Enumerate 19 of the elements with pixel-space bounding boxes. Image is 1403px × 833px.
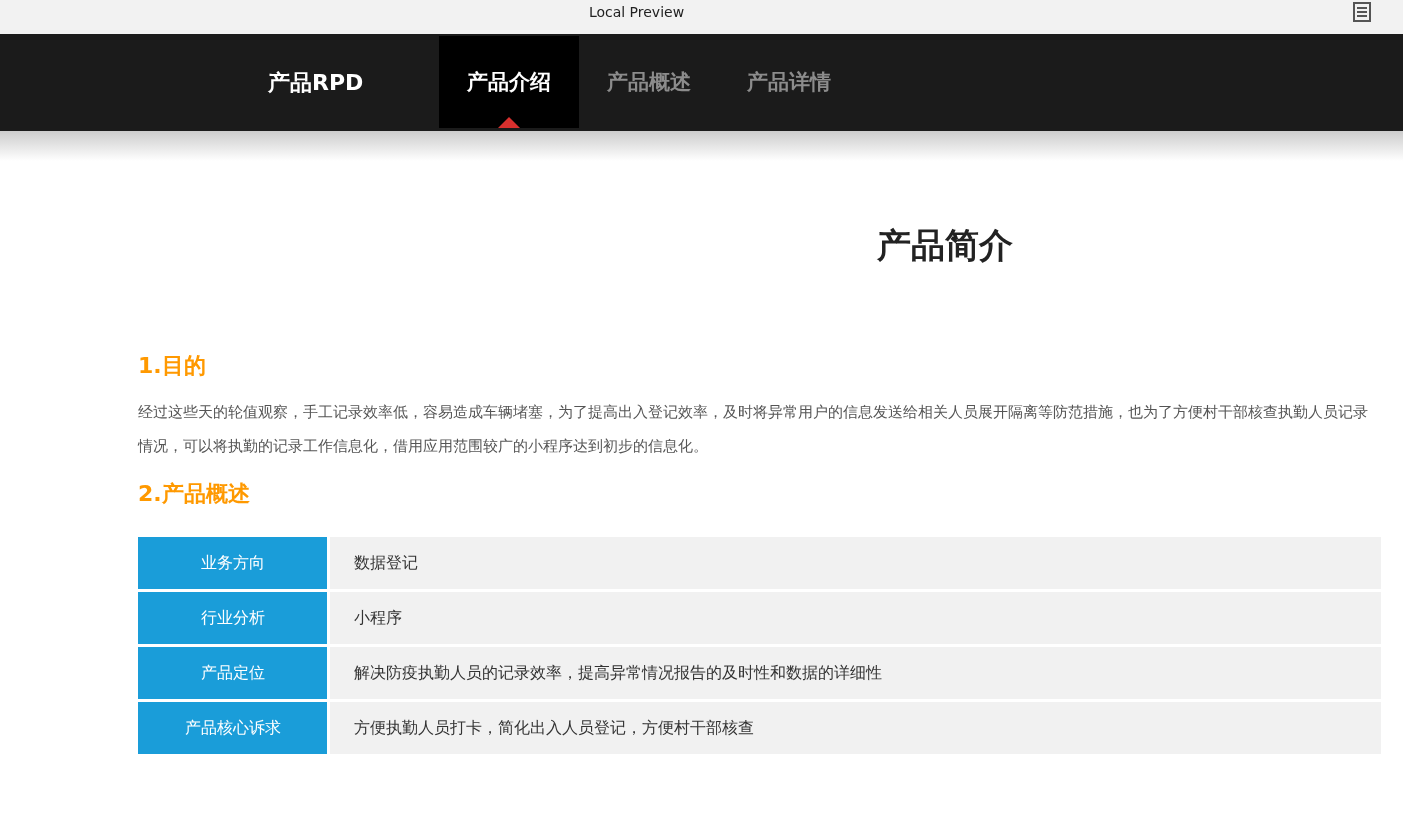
section-heading: 1.目的 — [138, 352, 207, 380]
nav-tab[interactable]: 产品介绍 — [439, 36, 579, 128]
document-icon[interactable] — [1353, 2, 1371, 22]
table-label-cell: 行业分析 — [138, 592, 327, 644]
table-label-cell: 业务方向 — [138, 537, 327, 589]
section-heading: 2.产品概述 — [138, 480, 251, 508]
table-cell: 方便执勤人员打卡，简化出入人员登记，方便村干部核查 — [330, 702, 1381, 754]
nav-tab[interactable]: 产品详情 — [719, 36, 859, 128]
nav-tab[interactable]: 产品概述 — [579, 36, 719, 128]
table-cell: 小程序 — [330, 592, 1381, 644]
caret-icon — [498, 117, 520, 128]
table-cell: 解决防疫执勤人员的记录效率，提高异常情况报告的及时性和数据的详细性 — [330, 647, 1381, 699]
window-title: Local Preview — [588, 4, 685, 20]
table-label-cell: 产品定位 — [138, 647, 327, 699]
table-label-cell: 产品核心诉求 — [138, 702, 327, 754]
page-title: 产品简介 — [875, 224, 1014, 267]
brand-title: 产品RPD — [268, 68, 365, 97]
paragraph: 经过这些天的轮值观察，手工记录效率低，容易造成车辆堵塞，为了提高出入登记效率，及时将异常用户的信息发送给相关人员展开隔离等防范措施，也为了方便村干部核查执勤人员记录情况，可以将执勤的记录工作信息化，借用应用范围较广的小程序达到初步的信息化。 — [138, 402, 1369, 457]
table-cell: 数据登记 — [330, 537, 1381, 589]
